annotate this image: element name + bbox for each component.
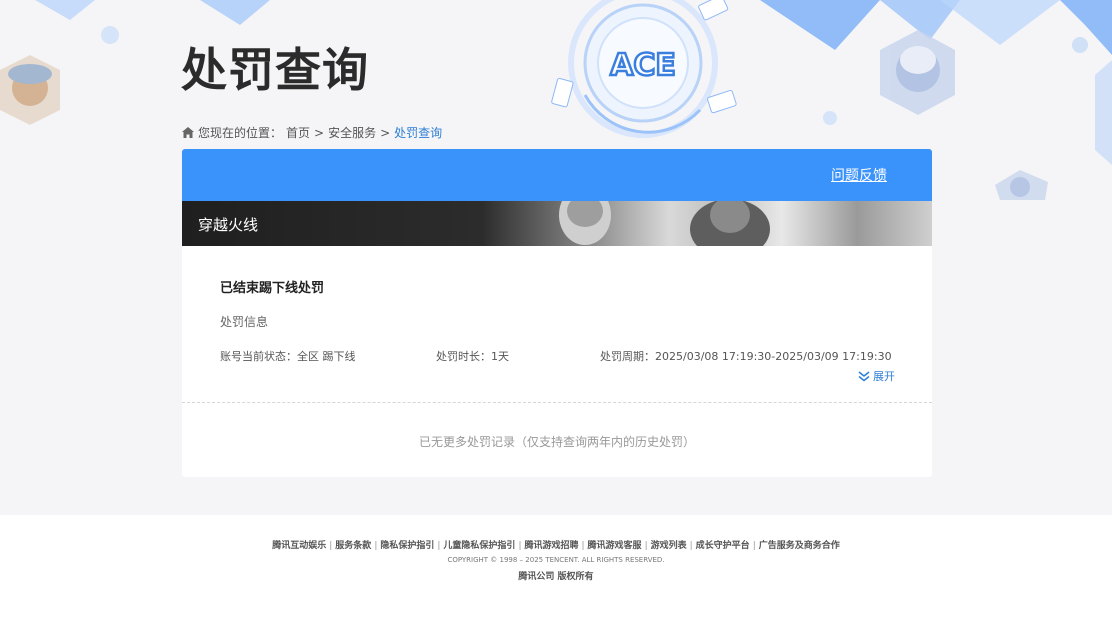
footer-separator: |: [374, 541, 378, 551]
penalty-period-value: 2025/03/08 17:19:30-2025/03/09 17:19:30: [655, 350, 892, 363]
footer-separator: |: [752, 541, 756, 551]
account-status-label: 账号当前状态：: [220, 350, 297, 363]
penalty-duration-label: 处罚时长：: [436, 350, 491, 363]
character-portrait-left: [0, 55, 60, 125]
footer-links: 腾讯互动娱乐 | 服务条款 | 隐私保护指引 | 儿童隐私保护指引 | 腾讯游戏招聘 | 腾讯游戏客…: [0, 538, 1112, 551]
game-banner-characters: [559, 201, 770, 246]
record-title: 已结束踢下线处罚: [220, 281, 325, 296]
company-text: 腾讯公司 版权所有: [518, 572, 594, 582]
footer-link-ied[interactable]: 腾讯互动娱乐: [272, 541, 326, 551]
no-more-records-text: 已无更多处罚记录（仅支持查询两年内的历史处罚）: [418, 435, 695, 449]
footer-link-guardian[interactable]: 成长守护平台: [696, 541, 750, 551]
breadcrumb-separator: >: [380, 125, 391, 140]
expand-label: 展开: [873, 370, 895, 383]
divider: [182, 402, 932, 403]
footer-link-support[interactable]: 腾讯游戏客服: [588, 541, 642, 551]
card-header: 问题反馈: [182, 149, 932, 201]
page-title: 处罚查询: [181, 43, 369, 97]
penalty-period-label: 处罚周期：: [600, 350, 655, 363]
penalty-info-label: 处罚信息: [220, 315, 269, 329]
penalty-duration-value: 1天: [491, 350, 509, 363]
footer-link-child-privacy[interactable]: 儿童隐私保护指引: [443, 541, 515, 551]
copyright-text: COPYRIGHT © 1998 – 2025 TENCENT. ALL RIG…: [447, 556, 665, 564]
penalty-period: 处罚周期：2025/03/08 17:19:30-2025/03/09 17:1…: [600, 348, 892, 364]
breadcrumb-prefix: 您现在的位置：: [198, 126, 283, 140]
breadcrumb-security-link[interactable]: 安全服务: [328, 124, 376, 141]
account-status: 账号当前状态：全区 踢下线: [220, 348, 356, 364]
game-name: 穿越火线: [198, 216, 259, 234]
footer: 腾讯互动娱乐 | 服务条款 | 隐私保护指引 | 儿童隐私保护指引 | 腾讯游戏招聘 | 腾讯游戏客…: [0, 515, 1112, 636]
footer-separator: |: [644, 541, 648, 551]
footer-separator: |: [329, 541, 333, 551]
character-portrait-right: [880, 30, 955, 115]
character-portrait-small: [995, 170, 1048, 200]
footer-link-privacy[interactable]: 隐私保护指引: [380, 541, 434, 551]
breadcrumb-separator: >: [314, 125, 325, 140]
breadcrumb: 您现在的位置： 首页 > 安全服务 > 处罚查询: [182, 124, 442, 141]
footer-separator: |: [518, 541, 522, 551]
penalty-card: 问题反馈 穿越火线 已结束踢下线处罚 处罚信息 账号当前状态：全区 踢下线 处罚…: [182, 149, 932, 477]
breadcrumb-current: 处罚查询: [394, 126, 443, 140]
account-status-value: 全区 踢下线: [297, 350, 356, 363]
footer-link-games[interactable]: 游戏列表: [651, 541, 687, 551]
footer-separator: |: [581, 541, 585, 551]
penalty-duration: 处罚时长：1天: [436, 348, 509, 364]
footer-link-ads[interactable]: 广告服务及商务合作: [759, 541, 840, 551]
ace-logo-text: ACE: [610, 48, 676, 83]
footer-link-terms[interactable]: 服务条款: [335, 541, 371, 551]
breadcrumb-home-link[interactable]: 首页: [286, 124, 310, 141]
expand-button[interactable]: 展开: [858, 368, 895, 384]
feedback-link[interactable]: 问题反馈: [831, 165, 887, 185]
game-banner: 穿越火线: [182, 201, 932, 246]
footer-separator: |: [689, 541, 693, 551]
footer-separator: |: [437, 541, 441, 551]
double-chevron-down-icon: [858, 370, 870, 381]
home-icon: [182, 127, 194, 138]
footer-link-jobs[interactable]: 腾讯游戏招聘: [524, 541, 578, 551]
